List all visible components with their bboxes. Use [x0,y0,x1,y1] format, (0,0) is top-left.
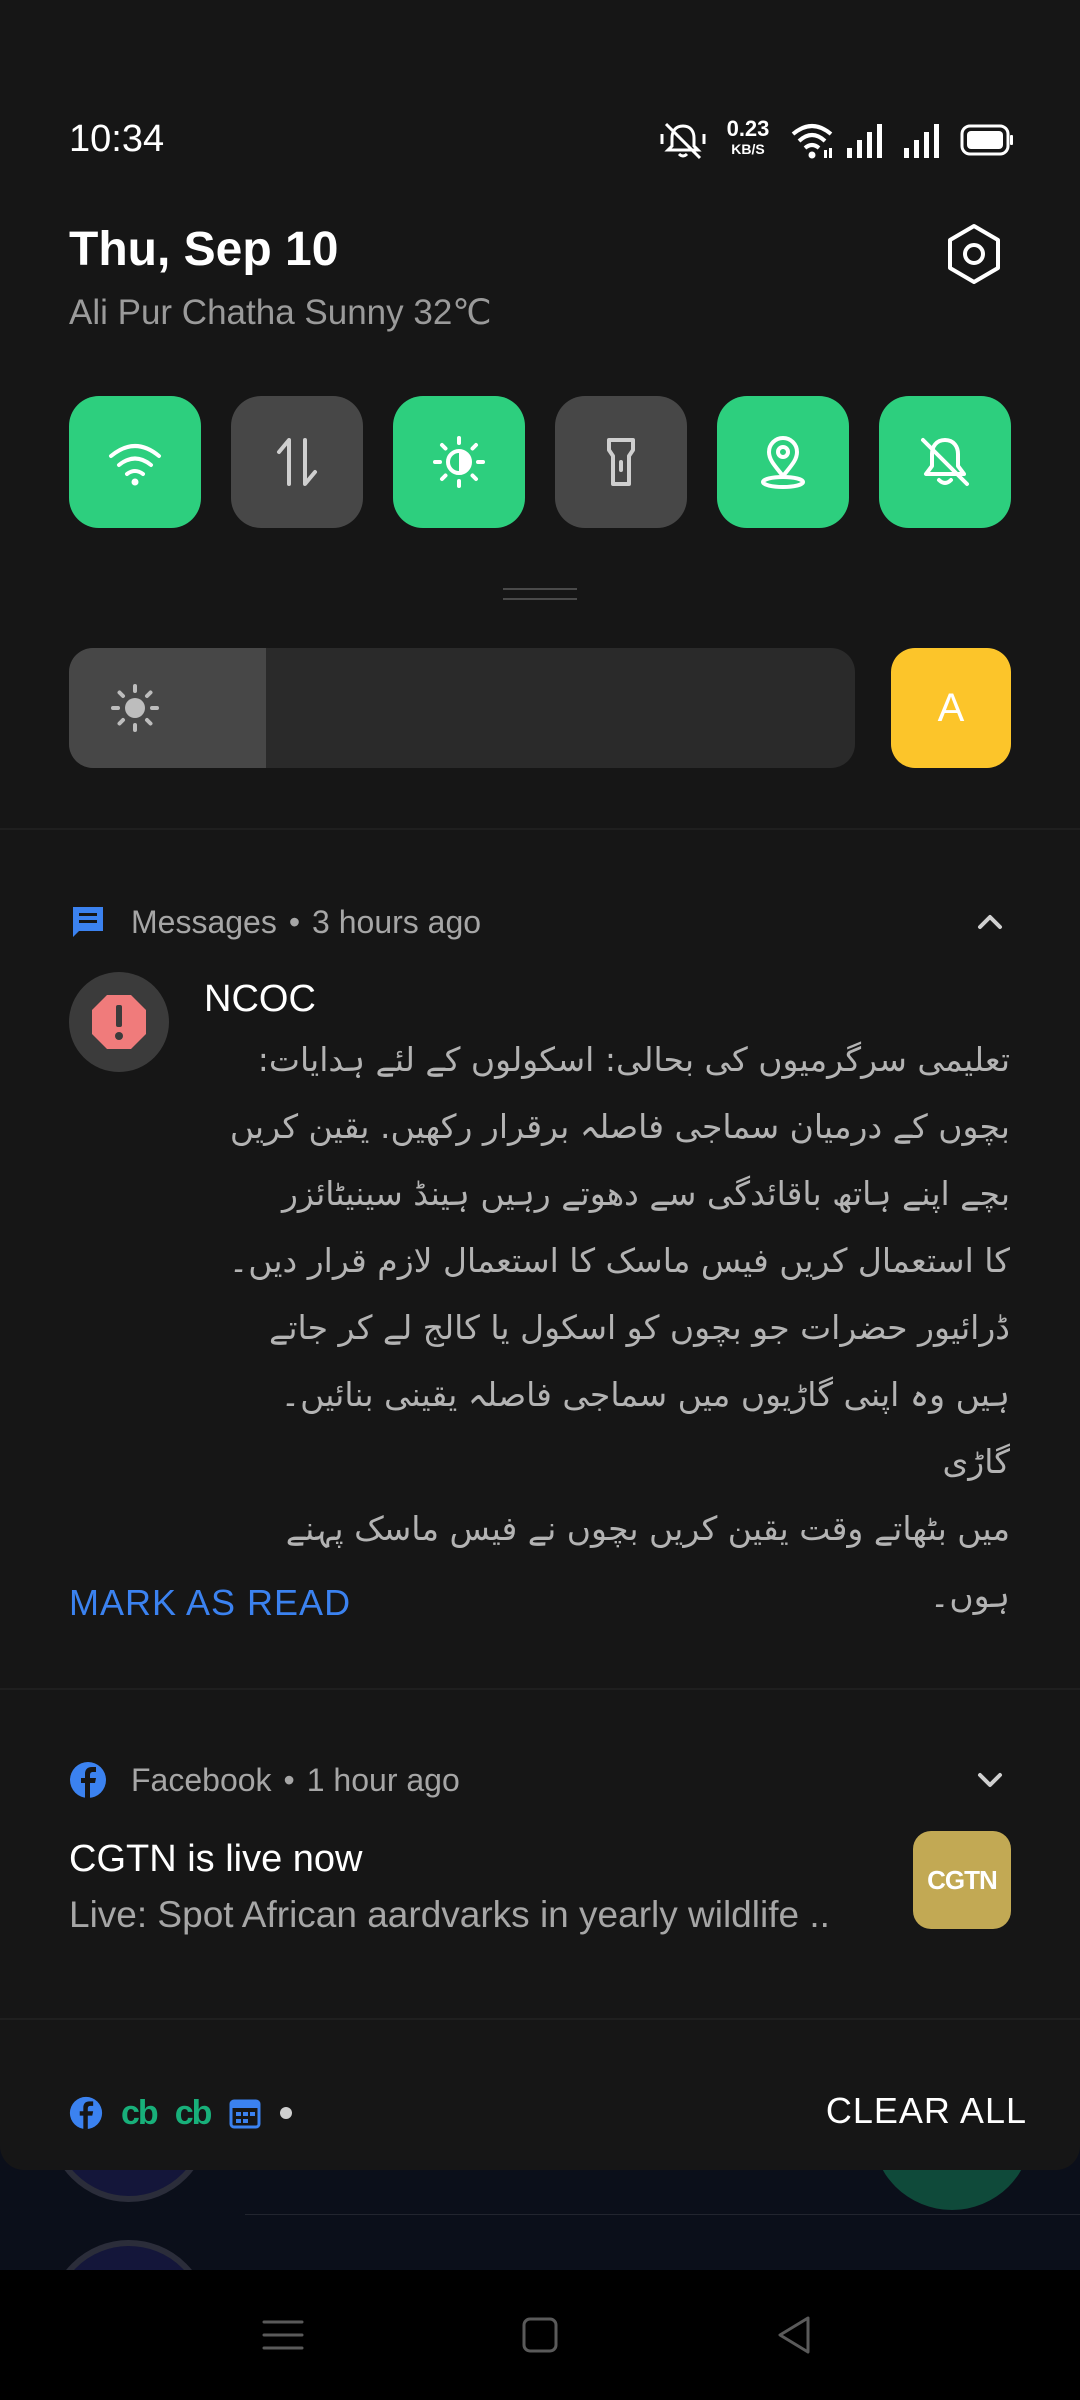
divider [0,828,1080,830]
notification-body: تعلیمی سرگرمیوں کی بحالی: اسکولوں کے لئے… [228,1040,1010,1615]
notification-sender: NCOC [204,978,316,1020]
background-avatar [48,2240,210,2270]
drag-handle[interactable] [503,588,577,602]
facebook-notification-title[interactable]: CGTN is live now [69,1838,363,1881]
toggle-dark-mode[interactable] [393,396,525,528]
clear-all-button[interactable]: CLEAR ALL [826,2090,1027,2132]
messages-time: 3 hours ago [312,903,482,940]
screen: 10:34 0.23 KB/S Thu, Sep 10 Ali Pur Chat… [0,0,1080,2400]
auto-brightness-button[interactable]: A [891,648,1011,768]
wifi-icon [109,444,161,486]
brightness-slider[interactable] [69,648,855,768]
facebook-notification-header[interactable]: Facebook • 1 hour ago [69,1758,460,1802]
footer-app-icons: cb cb [69,2092,310,2134]
home-icon[interactable] [515,2310,565,2360]
network-speed-value: 0.23 [726,116,770,141]
background-divider [245,2214,1080,2215]
toggle-location[interactable] [717,396,849,528]
clock: 10:34 [69,118,165,160]
wifi-icon [791,124,833,159]
navigation-bar [0,2270,1080,2400]
divider [0,2018,1080,2020]
facebook-time: 1 hour ago [306,1761,460,1798]
separator-dot: • [288,903,301,940]
calendar-icon [228,2096,262,2130]
sun-icon [111,684,159,732]
toggle-silent[interactable] [879,396,1011,528]
toggle-wifi[interactable] [69,396,201,528]
messages-notification-header[interactable]: Messages • 3 hours ago [69,900,481,944]
toggle-flashlight[interactable] [555,396,687,528]
flashlight-icon [607,438,635,486]
menu-icon[interactable] [258,2310,308,2360]
brightness-mode-icon [433,436,485,488]
gear-icon[interactable] [942,222,1006,286]
signal-icon [904,124,939,158]
location-pin-icon [761,436,805,489]
messages-app-icon [73,907,103,937]
more-dot-icon [280,2107,293,2119]
status-bar: 10:34 0.23 KB/S [0,100,1080,180]
network-speed-unit: KB/S [731,141,765,157]
toggle-mobile-data[interactable] [231,396,363,528]
divider [0,1688,1080,1690]
notification-shade: 10:34 0.23 KB/S Thu, Sep 10 Ali Pur Chat… [0,0,1080,2170]
facebook-icon [70,1762,106,1798]
facebook-icon [69,2096,103,2130]
mark-as-read-button[interactable]: MARK AS READ [69,1582,351,1624]
cb-app-icon: cb [174,2093,213,2132]
data-arrows-icon [277,438,317,486]
signal-icon [847,124,882,158]
brightness-fill [69,648,266,768]
separator-dot: • [283,1761,295,1798]
chevron-down-icon[interactable] [968,1758,1012,1802]
mute-bell-icon [660,122,706,160]
chevron-up-icon[interactable] [968,900,1012,944]
avatar [69,972,169,1072]
cb-app-icon: cb [121,2093,159,2132]
messages-app-name: Messages [131,903,277,940]
bell-off-icon [921,438,969,486]
date: Thu, Sep 10 [69,223,339,276]
back-icon[interactable] [770,2310,820,2360]
network-speed: 0.23 KB/S [722,116,774,157]
facebook-notification-text[interactable]: Live: Spot African aardvarks in yearly w… [69,1894,869,1936]
battery-icon [960,124,1013,156]
alert-icon [92,995,146,1049]
facebook-app-name: Facebook [131,1761,272,1798]
cgtn-thumbnail: CGTN [913,1831,1011,1929]
weather: Ali Pur Chatha Sunny 32℃ [69,293,492,332]
